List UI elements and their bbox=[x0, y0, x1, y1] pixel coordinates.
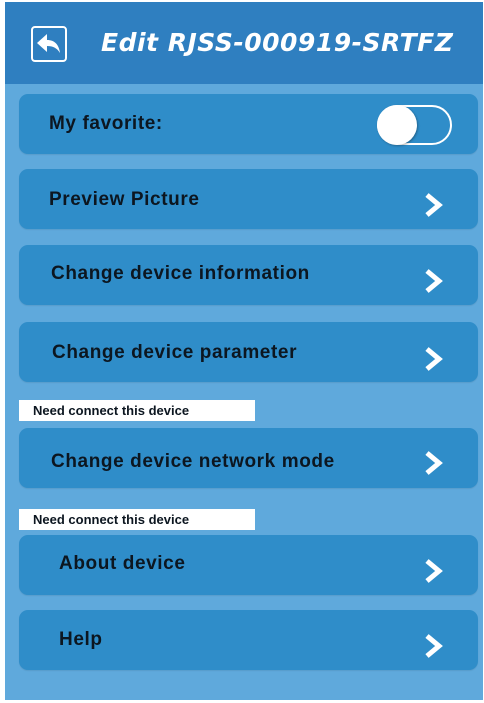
menu-item-change-device-network-mode[interactable]: Change device network mode bbox=[19, 428, 478, 488]
connect-required-note: Need connect this device bbox=[19, 400, 255, 421]
menu-item-label: Change device information bbox=[51, 263, 310, 284]
favorite-row: My favorite: bbox=[19, 94, 478, 154]
menu-item-change-device-parameter[interactable]: Change device parameter bbox=[19, 322, 478, 382]
menu-item-preview-picture[interactable]: Preview Picture bbox=[19, 169, 478, 229]
toggle-knob bbox=[377, 105, 417, 145]
menu-item-help[interactable]: Help bbox=[19, 610, 478, 670]
menu-item-label: Change device parameter bbox=[52, 342, 298, 363]
chevron-right-icon bbox=[425, 559, 443, 583]
chevron-right-icon bbox=[425, 269, 443, 293]
menu-item-change-device-information[interactable]: Change device information bbox=[19, 245, 478, 305]
chevron-right-icon bbox=[425, 634, 443, 658]
menu-item-label: About device bbox=[59, 553, 186, 574]
page-title: Edit RJSS-000919-SRTFZ bbox=[101, 28, 454, 57]
menu-item-about-device[interactable]: About device bbox=[19, 535, 478, 595]
chevron-right-icon bbox=[425, 347, 443, 371]
chevron-right-icon bbox=[425, 451, 443, 475]
menu-item-label: Help bbox=[59, 629, 103, 650]
chevron-right-icon bbox=[425, 193, 443, 217]
back-button[interactable] bbox=[31, 26, 67, 62]
menu-item-label: Change device network mode bbox=[51, 451, 335, 472]
favorite-toggle[interactable] bbox=[377, 105, 452, 145]
connect-required-note: Need connect this device bbox=[19, 509, 255, 530]
favorite-label: My favorite: bbox=[49, 113, 163, 134]
back-arrow-icon bbox=[37, 34, 60, 53]
header-bar: Edit RJSS-000919-SRTFZ bbox=[5, 2, 483, 84]
app-screen: Edit RJSS-000919-SRTFZ My favorite: Prev… bbox=[5, 2, 483, 700]
menu-item-label: Preview Picture bbox=[49, 189, 200, 210]
